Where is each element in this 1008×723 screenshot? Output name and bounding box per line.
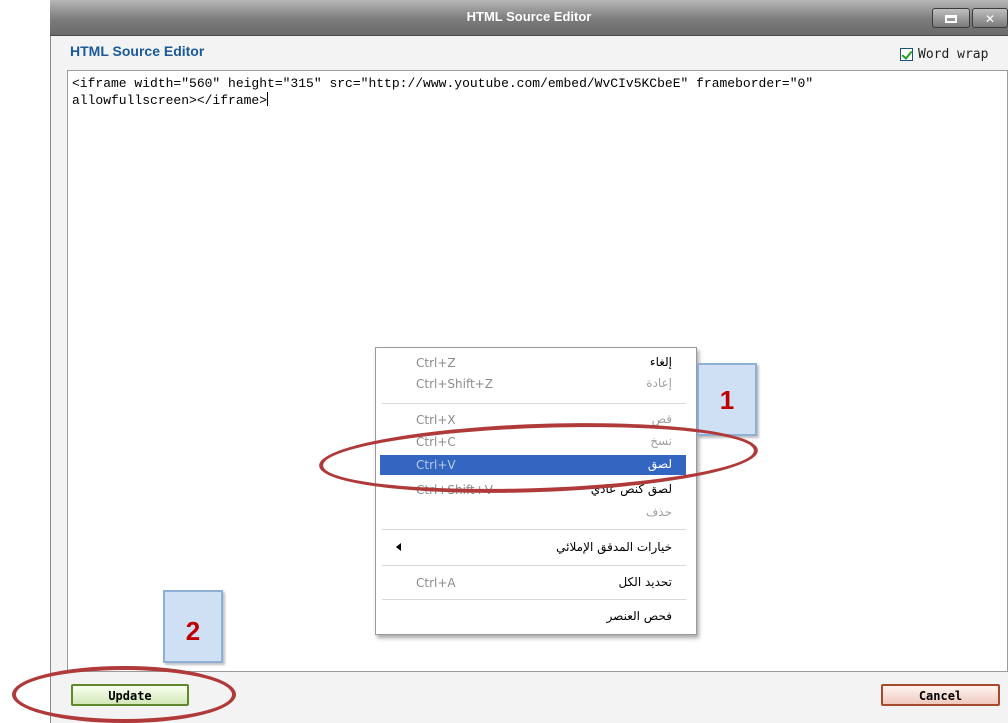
menu-label: حذف [645, 505, 672, 519]
close-icon: ✕ [984, 12, 996, 26]
source-line-1: <iframe width="560" height="315" src="ht… [72, 76, 814, 91]
update-button[interactable]: Update [71, 684, 189, 706]
menu-shortcut: Ctrl+Shift+Z [416, 377, 493, 391]
step-badge-2: 2 [163, 590, 223, 663]
menu-separator [382, 599, 686, 600]
menu-label: قص [651, 412, 672, 426]
menu-separator [382, 403, 686, 404]
window-titlebar: HTML Source Editor ✕ [50, 0, 1008, 36]
menu-shortcut: Ctrl+Z [416, 356, 456, 370]
menu-separator [382, 565, 686, 566]
maximize-button[interactable] [932, 8, 970, 28]
submenu-arrow-icon [396, 543, 401, 551]
word-wrap-toggle[interactable]: Word wrap [900, 47, 988, 62]
cancel-button[interactable]: Cancel [881, 684, 1000, 706]
menu-label: إعادة [646, 376, 672, 390]
menu-item-redo[interactable]: Ctrl+Shift+Z إعادة [380, 374, 686, 394]
window-title: HTML Source Editor [466, 9, 592, 24]
close-button[interactable]: ✕ [972, 8, 1008, 28]
step-badge-1: 1 [697, 363, 757, 436]
editor-heading: HTML Source Editor [70, 43, 205, 59]
source-line-2: allowfullscreen></iframe> [72, 93, 268, 108]
text-caret [267, 92, 269, 106]
menu-separator [382, 529, 686, 530]
menu-label: تحديد الكل [618, 575, 672, 589]
menu-label: فحص العنصر [606, 609, 672, 623]
menu-shortcut: Ctrl+X [416, 413, 456, 427]
menu-item-delete[interactable]: حذف [380, 503, 686, 523]
word-wrap-label: Word wrap [918, 47, 989, 62]
menu-shortcut: Ctrl+A [416, 576, 456, 590]
menu-item-spellcheck-options[interactable]: خيارات المدقق الإملائي [380, 538, 686, 558]
menu-label: إلغاء [649, 355, 672, 369]
menu-item-undo[interactable]: Ctrl+Z إلغاء [380, 353, 686, 373]
menu-item-inspect-element[interactable]: فحص العنصر [380, 607, 686, 627]
menu-label: خيارات المدقق الإملائي [556, 540, 672, 554]
word-wrap-checkbox[interactable] [900, 48, 913, 61]
menu-item-select-all[interactable]: Ctrl+A تحديد الكل [380, 573, 686, 593]
maximize-icon [945, 15, 957, 23]
